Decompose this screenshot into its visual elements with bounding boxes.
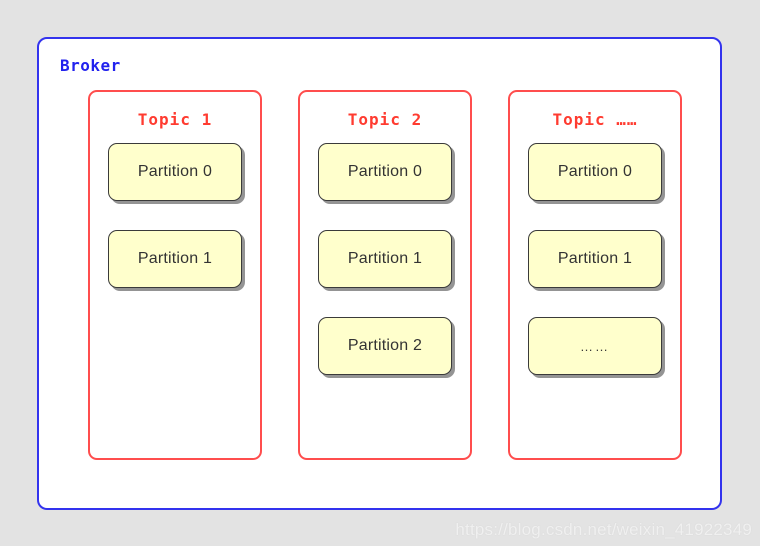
topic-box-2: Topic 2 Partition 0 Partition 1 Partitio… bbox=[298, 90, 472, 460]
topic-title-3: Topic …… bbox=[552, 110, 638, 129]
partition-box: Partition 2 bbox=[318, 317, 452, 375]
topic-title-2: Topic 2 bbox=[347, 110, 423, 129]
watermark-text: https://blog.csdn.net/weixin_41922349 bbox=[455, 520, 752, 539]
partition-list-2: Partition 0 Partition 1 Partition 2 bbox=[300, 143, 470, 404]
topic-box-1: Topic 1 Partition 0 Partition 1 bbox=[88, 90, 262, 460]
partition-list-3: Partition 0 Partition 1 …… bbox=[510, 143, 680, 404]
broker-container: Broker Topic 1 Partition 0 Partition 1 T… bbox=[37, 37, 722, 510]
partition-box: Partition 1 bbox=[318, 230, 452, 288]
partition-box: Partition 1 bbox=[528, 230, 662, 288]
partition-box: Partition 0 bbox=[318, 143, 452, 201]
diagram-canvas: Broker Topic 1 Partition 0 Partition 1 T… bbox=[0, 0, 760, 546]
topic-title-1: Topic 1 bbox=[137, 110, 213, 129]
partition-box-ellipsis: …… bbox=[528, 317, 662, 375]
broker-label: Broker bbox=[60, 56, 121, 75]
topic-box-3: Topic …… Partition 0 Partition 1 …… bbox=[508, 90, 682, 460]
partition-box: Partition 0 bbox=[528, 143, 662, 201]
topics-row: Topic 1 Partition 0 Partition 1 Topic 2 … bbox=[88, 90, 682, 460]
partition-box: Partition 0 bbox=[108, 143, 242, 201]
partition-box: Partition 1 bbox=[108, 230, 242, 288]
partition-list-1: Partition 0 Partition 1 bbox=[90, 143, 260, 317]
